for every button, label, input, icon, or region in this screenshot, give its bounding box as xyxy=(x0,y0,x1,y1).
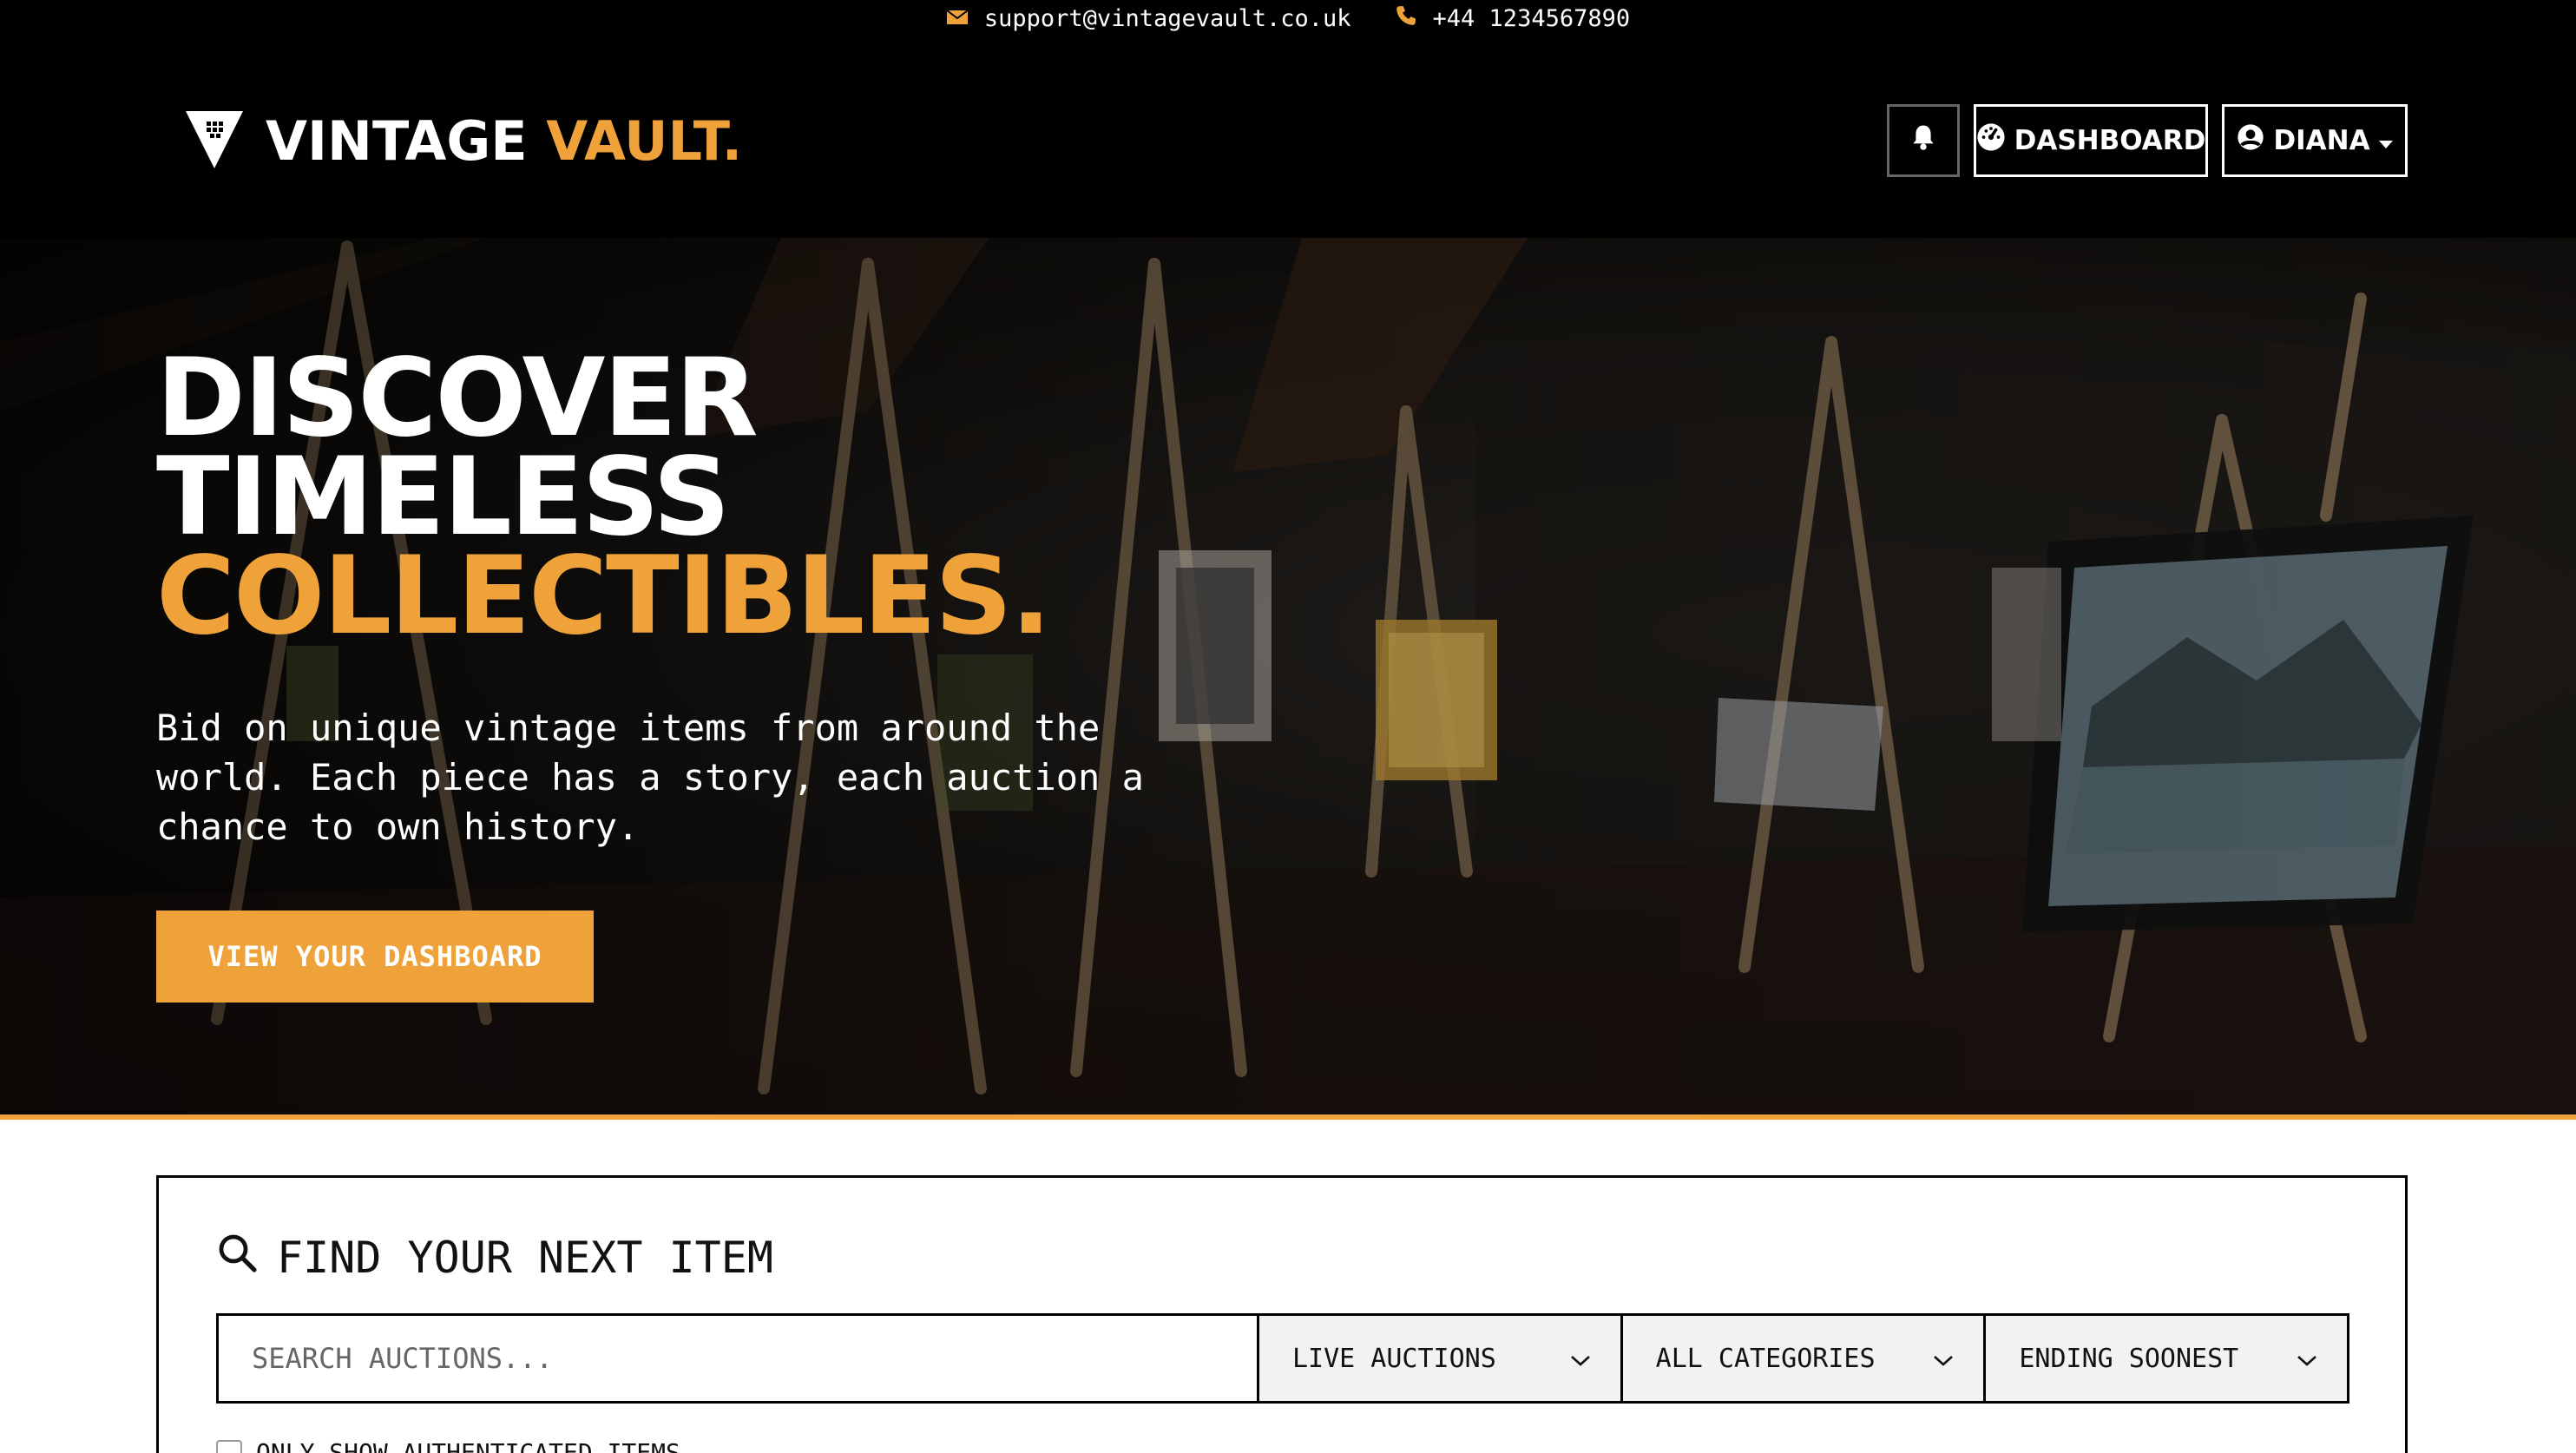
chevron-down-icon xyxy=(1570,1344,1591,1374)
sort-select[interactable]: ENDING SOONEST xyxy=(1983,1316,2348,1401)
authenticated-label: ONLY SHOW AUTHENTICATED ITEMS xyxy=(256,1438,680,1453)
dashboard-button-label: DASHBOARD xyxy=(2014,125,2206,156)
logo-word-vault: VAULT. xyxy=(546,109,743,173)
search-panel: FIND YOUR NEXT ITEM LIVE AUCTIONS ALL CA… xyxy=(156,1175,2408,1453)
headline-line-3: COLLECTIBLES. xyxy=(156,534,1052,659)
logo-text: VINTAGE VAULT. xyxy=(266,115,742,168)
gauge-icon xyxy=(1976,122,2006,159)
search-panel-title-text: FIND YOUR NEXT ITEM xyxy=(277,1233,773,1283)
headline-line-1: DISCOVER xyxy=(156,336,759,461)
dashboard-button[interactable]: DASHBOARD xyxy=(1974,104,2208,177)
hero-divider xyxy=(0,1114,2576,1120)
contact-email[interactable]: support@vintagevault.co.uk xyxy=(946,5,1351,32)
notifications-button[interactable] xyxy=(1887,104,1960,177)
authenticated-filter[interactable]: ONLY SHOW AUTHENTICATED ITEMS xyxy=(216,1438,680,1453)
search-controls: LIVE AUCTIONS ALL CATEGORIES ENDING SOON… xyxy=(216,1313,2349,1404)
chevron-down-icon xyxy=(1933,1344,1954,1374)
contact-phone-text: +44 1234567890 xyxy=(1432,4,1631,32)
headline-line-2: TIMELESS xyxy=(156,435,731,560)
view-dashboard-button[interactable]: VIEW YOUR DASHBOARD xyxy=(156,911,594,1003)
hero-section: DISCOVER TIMELESS COLLECTIBLES. Bid on u… xyxy=(0,238,2576,1114)
search-input[interactable] xyxy=(219,1316,1257,1401)
user-menu-button[interactable]: DIANA xyxy=(2222,104,2408,177)
bell-icon xyxy=(1910,123,1936,158)
status-select-value: LIVE AUCTIONS xyxy=(1291,1343,1496,1374)
vault-shield-icon xyxy=(184,109,245,174)
site-header: VINTAGE VAULT. DASHBOARD DIANA xyxy=(0,36,2576,238)
search-panel-title: FIND YOUR NEXT ITEM xyxy=(216,1232,773,1284)
user-circle-icon xyxy=(2237,123,2264,158)
hero-lede: Bid on unique vintage items from around … xyxy=(156,707,1144,848)
envelope-icon xyxy=(946,5,969,32)
phone-icon xyxy=(1395,4,1417,33)
contact-phone[interactable]: +44 1234567890 xyxy=(1395,4,1631,33)
site-logo[interactable]: VINTAGE VAULT. xyxy=(184,109,742,174)
category-select[interactable]: ALL CATEGORIES xyxy=(1620,1316,1984,1401)
contact-bar: support@vintagevault.co.uk +44 123456789… xyxy=(0,0,2576,36)
contact-email-text: support@vintagevault.co.uk xyxy=(983,4,1351,32)
logo-word-vintage: VINTAGE xyxy=(266,109,528,173)
chevron-down-icon xyxy=(2297,1344,2317,1374)
status-select[interactable]: LIVE AUCTIONS xyxy=(1256,1316,1620,1401)
sort-select-value: ENDING SOONEST xyxy=(2019,1343,2239,1374)
caret-down-icon xyxy=(2378,125,2393,156)
category-select-value: ALL CATEGORIES xyxy=(1655,1343,1876,1374)
search-icon xyxy=(216,1232,258,1284)
header-nav: DASHBOARD DIANA xyxy=(1887,104,2408,177)
user-menu-label: DIANA xyxy=(2273,125,2370,156)
authenticated-checkbox[interactable] xyxy=(216,1439,242,1453)
hero-headline: DISCOVER TIMELESS COLLECTIBLES. xyxy=(156,336,1052,659)
